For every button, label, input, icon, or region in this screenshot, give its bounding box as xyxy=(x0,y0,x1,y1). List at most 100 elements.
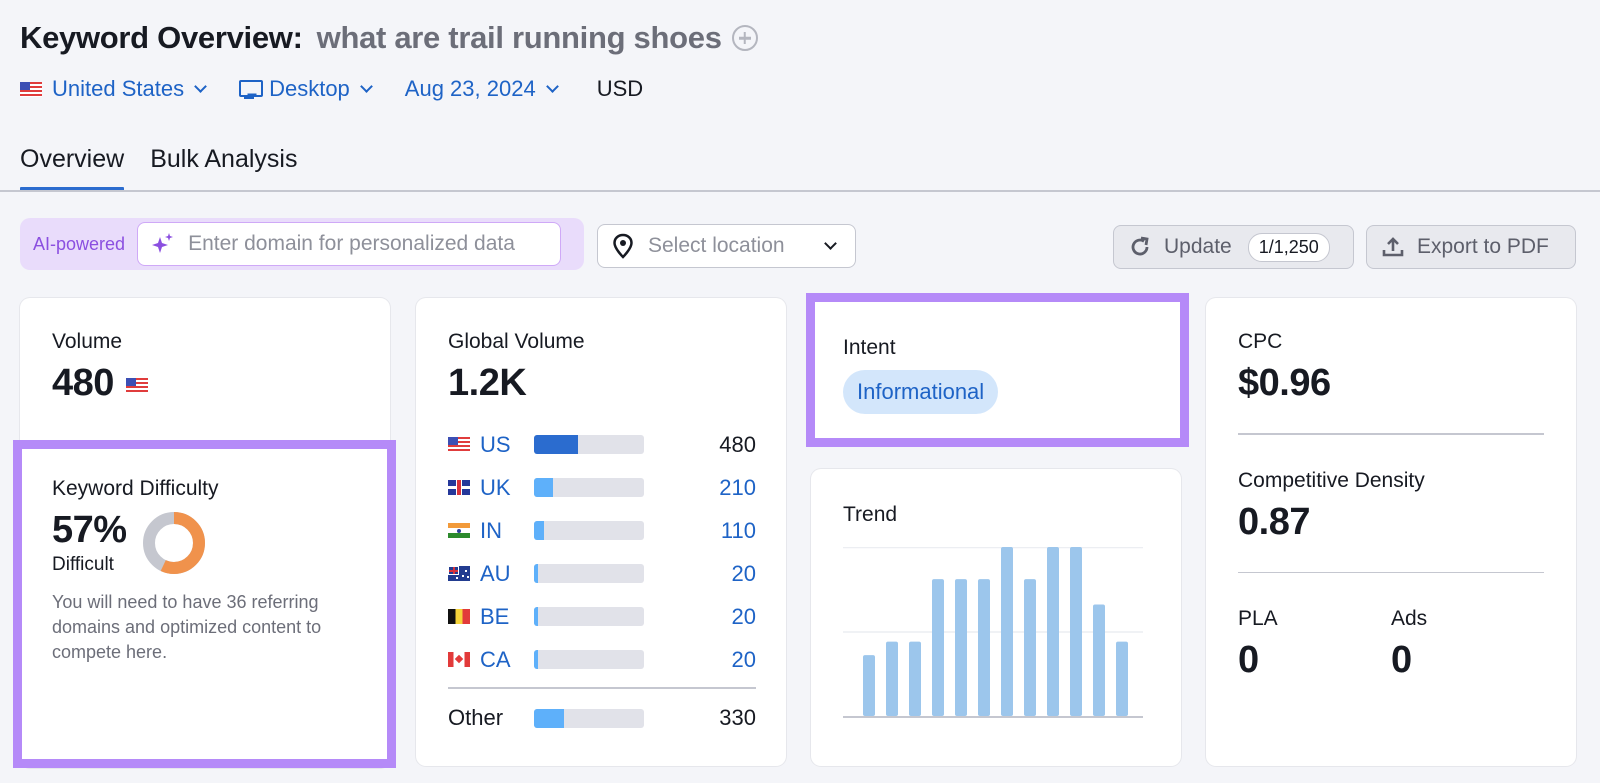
location-pin-icon xyxy=(613,233,633,259)
other-bar xyxy=(534,708,644,728)
intent-badge[interactable]: Informational xyxy=(843,370,999,414)
chevron-down-icon xyxy=(824,237,837,250)
trend-bar[interactable] xyxy=(1001,547,1013,716)
competitive-density-value: 0.87 xyxy=(1238,500,1310,543)
sparkle-icon xyxy=(152,233,174,253)
country-row-us: US 480 xyxy=(448,423,756,466)
cpc-value: $0.96 xyxy=(1238,362,1331,404)
trend-card: Trend xyxy=(811,469,1181,766)
country-row-uk: UK 210 xyxy=(448,466,756,509)
global-volume-card: Global Volume 1.2K US 480 UK 210 IN 110 AU 20 BE… xyxy=(416,298,786,766)
country-code[interactable]: CA xyxy=(480,647,534,673)
country-bar xyxy=(534,521,644,540)
date-label: Aug 23, 2024 xyxy=(404,76,536,101)
desktop-icon xyxy=(239,79,264,99)
trend-bar[interactable] xyxy=(886,641,898,716)
tab-bulk-analysis[interactable]: Bulk Analysis xyxy=(150,140,297,191)
divider xyxy=(1238,433,1544,435)
device-dropdown[interactable]: Desktop xyxy=(239,76,373,102)
trend-bar[interactable] xyxy=(1024,579,1036,716)
country-value[interactable]: 20 xyxy=(644,604,756,630)
intent-card: Intent Informational xyxy=(806,293,1189,447)
plus-circle-icon[interactable] xyxy=(731,25,758,51)
trend-bar[interactable] xyxy=(1093,604,1105,716)
update-label: Update xyxy=(1164,235,1232,258)
domain-input-wrapper xyxy=(137,222,562,266)
page-header: Keyword Overview: what are trail running… xyxy=(20,18,758,58)
keyword-difficulty-card: Keyword Difficulty 57% Difficult You wil… xyxy=(13,440,396,768)
country-row-ca: CA 20 xyxy=(448,638,756,681)
country-value[interactable]: 20 xyxy=(644,647,756,673)
refresh-icon xyxy=(1131,236,1149,256)
ai-domain-group: AI-powered xyxy=(20,218,584,270)
country-row-au: AU 20 xyxy=(448,552,756,595)
country-bar xyxy=(534,607,644,626)
ads-label: Ads xyxy=(1391,607,1428,630)
trend-bar[interactable] xyxy=(1070,547,1082,716)
trend-bar[interactable] xyxy=(1047,547,1059,716)
country-code[interactable]: AU xyxy=(480,561,534,587)
other-bar-fill xyxy=(534,708,565,728)
global-volume-label: Global Volume xyxy=(448,330,585,353)
export-pdf-button[interactable]: Export to PDF xyxy=(1366,225,1576,269)
country-code[interactable]: IN xyxy=(480,518,534,544)
country-bar xyxy=(534,650,644,669)
country-label: United States xyxy=(52,76,185,101)
ads-value: 0 xyxy=(1391,639,1412,681)
country-row-in: IN 110 xyxy=(448,509,756,552)
domain-input[interactable] xyxy=(188,232,559,256)
volume-label: Volume xyxy=(52,330,123,353)
country-code[interactable]: UK xyxy=(480,475,534,501)
ai-powered-label: AI-powered xyxy=(33,233,126,254)
other-label: Other xyxy=(448,705,504,730)
country-bar-fill xyxy=(534,650,539,669)
uk-flag-icon xyxy=(448,480,470,495)
be-flag-icon xyxy=(448,609,470,624)
kd-description: You will need to have 36 referring domai… xyxy=(52,592,322,662)
country-bar-fill xyxy=(534,521,545,540)
us-flag-icon xyxy=(448,437,470,452)
us-flag-icon xyxy=(125,378,148,393)
country-bar-fill xyxy=(534,564,539,583)
competitive-density-label: Competitive Density xyxy=(1238,468,1425,492)
currency-label: USD xyxy=(596,76,644,101)
country-code[interactable]: US xyxy=(480,432,534,458)
kd-donut-chart xyxy=(142,511,205,574)
export-label: Export to PDF xyxy=(1417,235,1549,258)
global-volume-value: 1.2K xyxy=(448,362,527,404)
chevron-down-icon xyxy=(194,80,207,93)
us-flag-icon xyxy=(20,81,42,97)
trend-bar[interactable] xyxy=(955,579,967,716)
tabs-divider xyxy=(0,190,1600,192)
country-value[interactable]: 110 xyxy=(644,518,756,544)
location-select[interactable]: Select location xyxy=(597,224,856,268)
country-dropdown[interactable]: United States xyxy=(20,76,207,102)
country-list: US 480 UK 210 IN 110 AU 20 BE 20 CA 20 xyxy=(448,423,756,681)
country-divider xyxy=(448,687,756,689)
tab-overview[interactable]: Overview xyxy=(20,140,125,191)
keyword-text: what are trail running shoes xyxy=(316,20,722,55)
trend-bar[interactable] xyxy=(863,655,875,716)
country-bar xyxy=(534,478,644,497)
trend-label: Trend xyxy=(843,503,898,526)
trend-bar[interactable] xyxy=(909,641,921,716)
chevron-down-icon xyxy=(545,80,559,93)
chevron-down-icon xyxy=(359,80,373,93)
update-button[interactable]: Update 1/1,250 xyxy=(1113,225,1354,269)
volume-value: 480 xyxy=(52,362,114,404)
trend-bar[interactable] xyxy=(932,579,944,716)
country-value[interactable]: 210 xyxy=(644,475,756,501)
trend-bar[interactable] xyxy=(978,579,990,716)
country-value[interactable]: 20 xyxy=(644,561,756,587)
tabs: Overview Bulk Analysis xyxy=(20,140,323,191)
pla-label: PLA xyxy=(1238,607,1278,630)
location-placeholder: Select location xyxy=(648,234,785,257)
trend-chart xyxy=(843,547,1143,718)
trend-bar[interactable] xyxy=(1116,641,1128,716)
country-code[interactable]: BE xyxy=(480,604,534,630)
filters-bar: United States Desktop Aug 23, 2024 USD xyxy=(20,72,643,106)
cpc-card: CPC $0.96 Competitive Density 0.87 PLA 0… xyxy=(1206,298,1576,766)
date-dropdown[interactable]: Aug 23, 2024 xyxy=(404,76,559,102)
device-label: Desktop xyxy=(269,76,350,101)
upload-icon xyxy=(1382,237,1404,257)
